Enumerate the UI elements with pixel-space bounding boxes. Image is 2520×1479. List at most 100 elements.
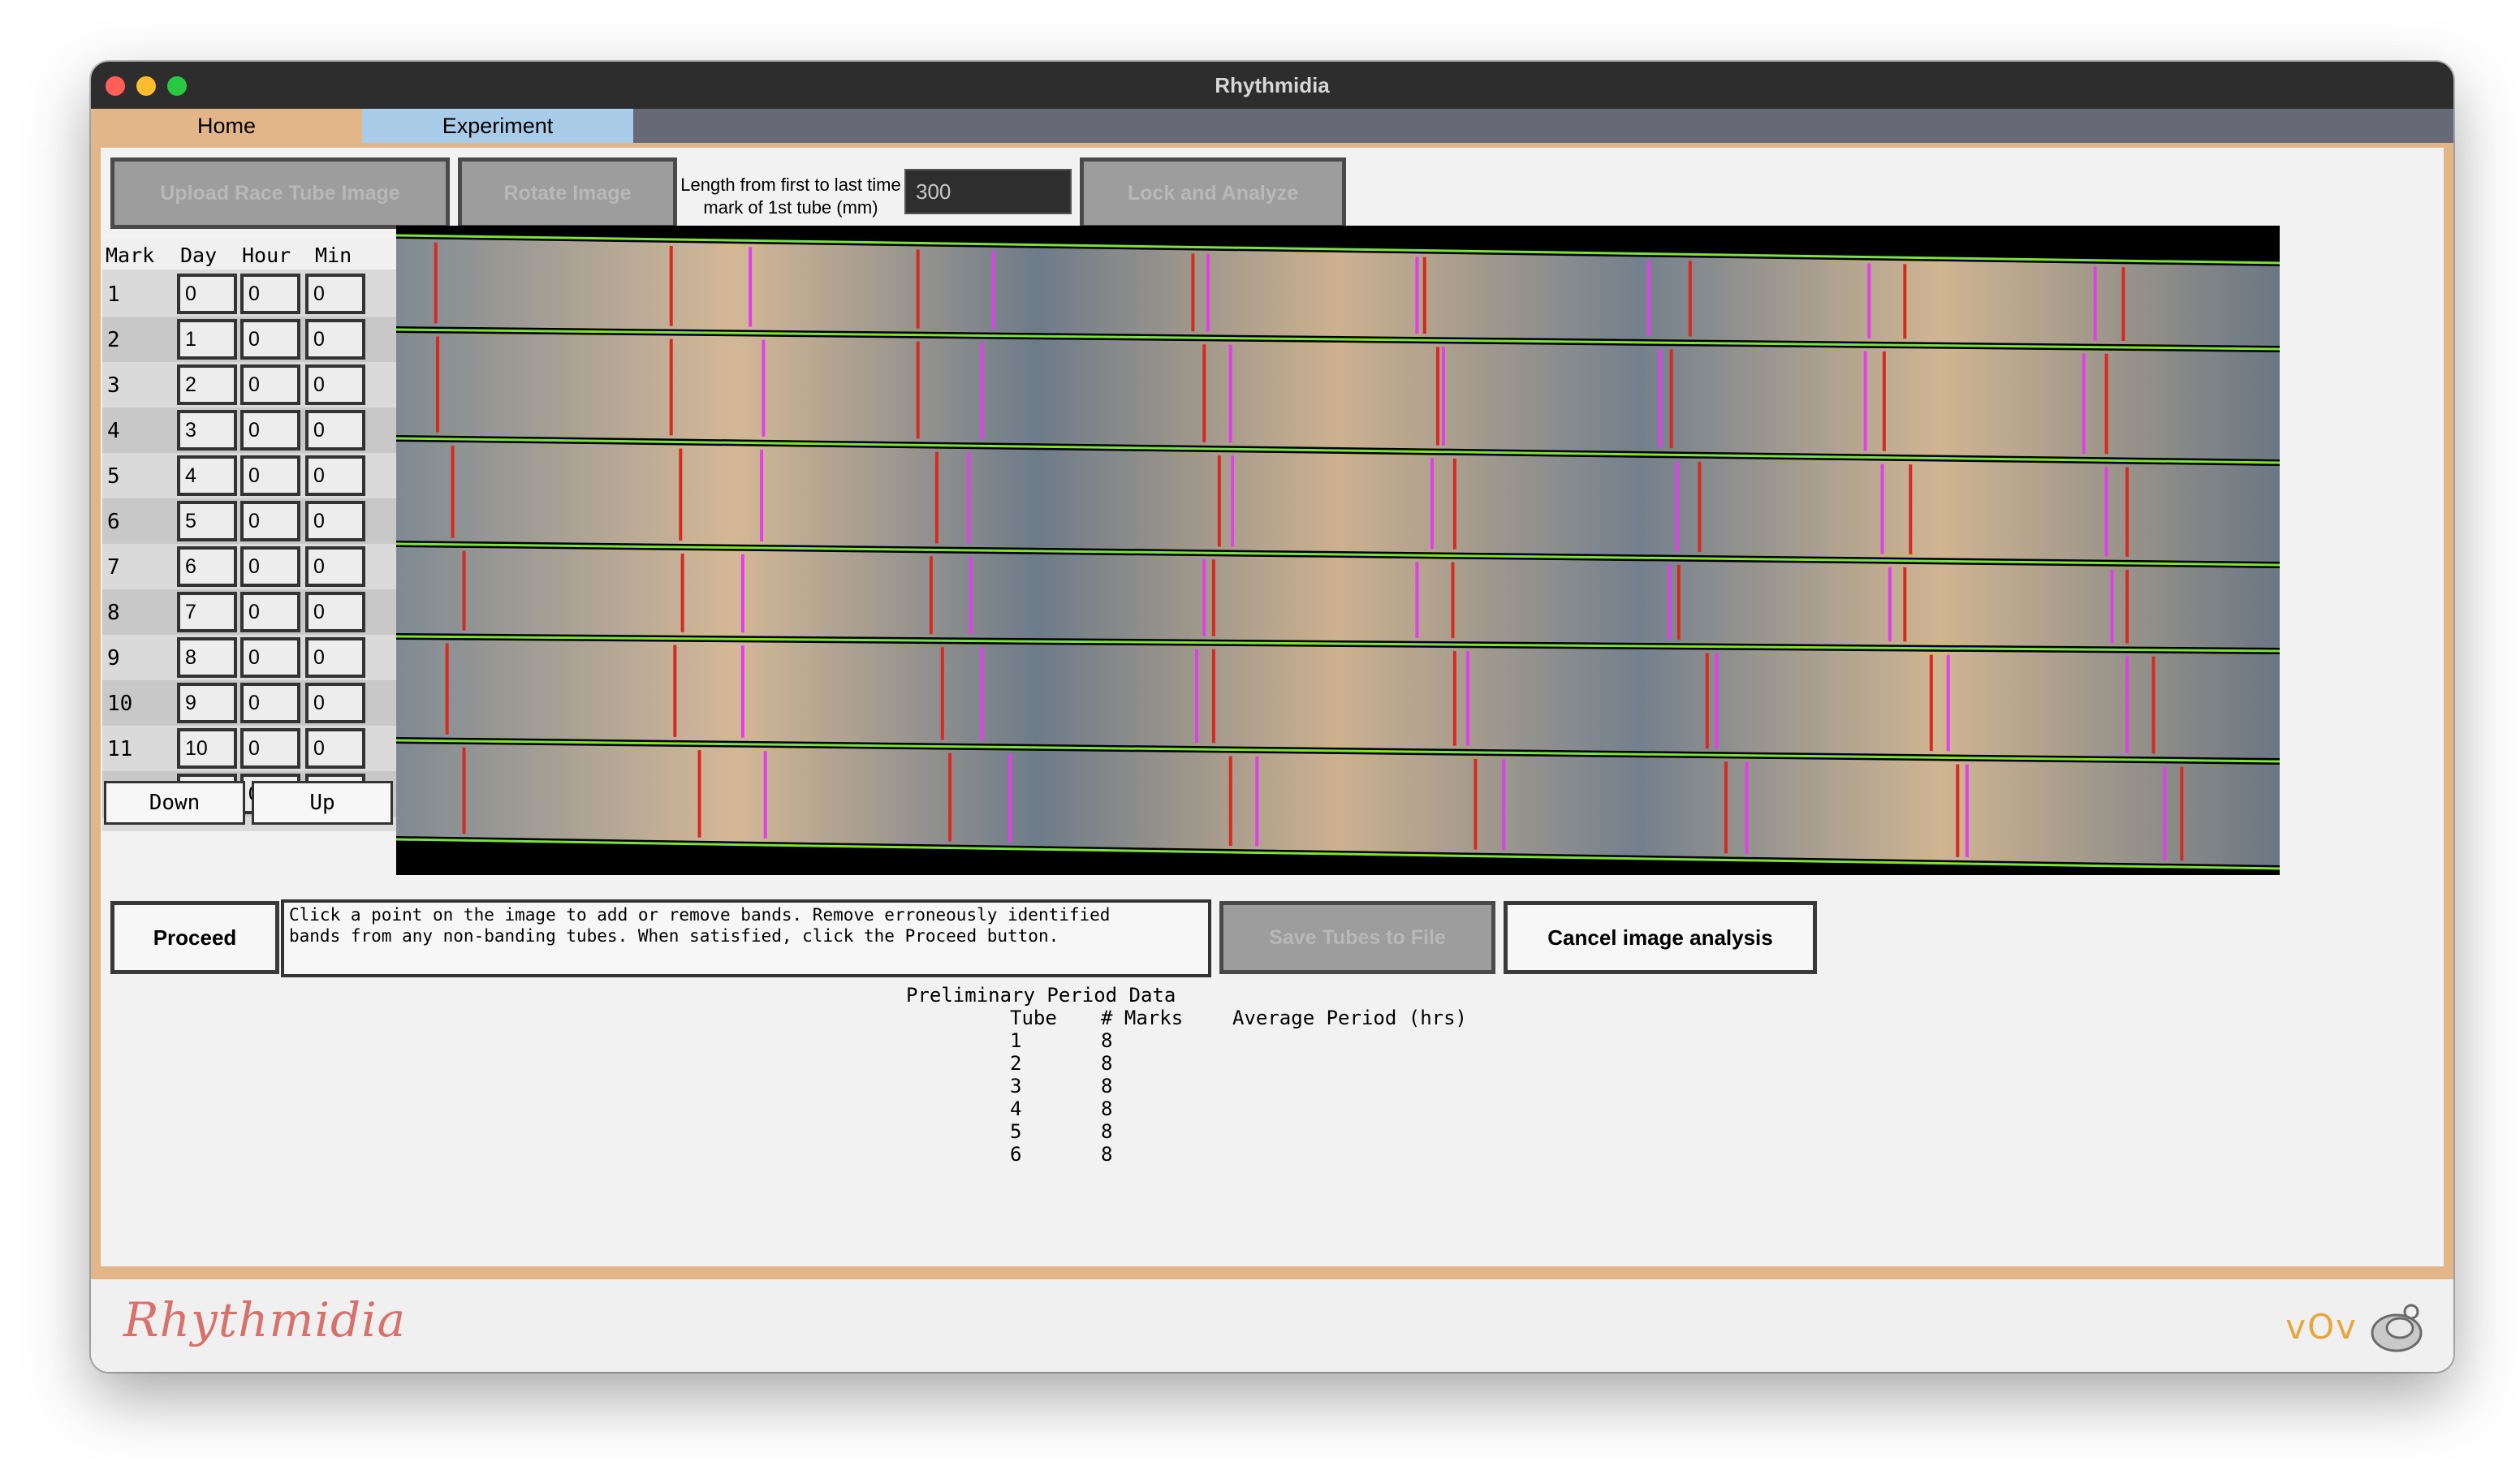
main-panel: Upload Race Tube Image Rotate Image Leng… <box>101 148 2444 1266</box>
mark-number: 11 <box>107 737 133 761</box>
race-tube-image[interactable] <box>395 226 2281 875</box>
hour-field[interactable]: 0 <box>240 319 300 360</box>
hour-field[interactable]: 0 <box>240 546 300 587</box>
day-field[interactable]: 7 <box>177 592 237 632</box>
header-day: Day <box>180 244 218 267</box>
marks-table: Mark Day Hour Min 1000210032004300540065… <box>102 239 396 831</box>
mark-number: 9 <box>107 646 120 671</box>
prelim-marks-value: 8 <box>1101 1143 1113 1166</box>
tab-bar: Home Experiment <box>91 109 2453 143</box>
prelim-col-tube: Tube <box>1010 1007 1057 1029</box>
hour-field[interactable]: 0 <box>240 410 300 451</box>
min-field[interactable]: 0 <box>305 546 365 587</box>
hour-field[interactable]: 0 <box>240 455 300 496</box>
mark-number: 1 <box>107 282 120 307</box>
marks-table-row: 6500 <box>102 498 396 544</box>
marks-table-row: 7600 <box>102 544 396 589</box>
race-tube[interactable] <box>396 333 2280 459</box>
min-field[interactable]: 0 <box>305 364 365 405</box>
hour-field[interactable]: 0 <box>240 501 300 541</box>
race-tube-canvas[interactable] <box>395 226 2281 875</box>
rhythmidia-logo: Rhythmidia <box>123 1292 407 1347</box>
day-field[interactable]: 0 <box>177 274 237 314</box>
hour-field[interactable]: 0 <box>240 274 300 314</box>
min-field[interactable]: 0 <box>305 728 365 769</box>
race-tube[interactable] <box>396 640 2280 758</box>
marks-table-header: Mark Day Hour Min <box>102 239 396 269</box>
prelim-tube-value: 3 <box>1010 1075 1022 1097</box>
hour-field[interactable]: 0 <box>240 592 300 632</box>
wow-logo: vOv <box>2285 1307 2358 1347</box>
upload-image-button[interactable]: Upload Race Tube Image <box>110 157 450 229</box>
cancel-analysis-button[interactable]: Cancel image analysis <box>1504 901 1817 974</box>
window-title: Rhythmidia <box>1215 73 1330 97</box>
prelim-marks-value: 8 <box>1101 1120 1113 1143</box>
tab-home[interactable]: Home <box>91 109 362 143</box>
day-field[interactable]: 4 <box>177 455 237 496</box>
save-tubes-button[interactable]: Save Tubes to File <box>1219 901 1495 974</box>
rotate-image-button[interactable]: Rotate Image <box>458 157 677 229</box>
min-field[interactable]: 0 <box>305 274 365 314</box>
lock-analyze-button[interactable]: Lock and Analyze <box>1080 157 1346 229</box>
petri-dish-icon <box>2371 1304 2423 1352</box>
min-field[interactable]: 0 <box>305 501 365 541</box>
prelim-marks-value: 8 <box>1101 1075 1113 1097</box>
prelim-tube-value: 4 <box>1010 1097 1022 1120</box>
marks-table-row: 9800 <box>102 635 396 680</box>
min-field[interactable]: 0 <box>305 683 365 723</box>
day-field[interactable]: 3 <box>177 410 237 451</box>
prelim-tube-value: 1 <box>1010 1029 1022 1052</box>
preliminary-period-data: Preliminary Period Data Tube # Marks Ave… <box>906 984 1637 1195</box>
app-window: Rhythmidia Home Experiment Upload Race T… <box>91 62 2453 1372</box>
marks-table-row: 10 9 0 0 <box>102 680 396 726</box>
day-field[interactable]: 5 <box>177 501 237 541</box>
prelim-col-marks: # Marks <box>1101 1007 1184 1029</box>
day-field[interactable]: 8 <box>177 637 237 678</box>
min-field[interactable]: 0 <box>305 319 365 360</box>
length-label: Length from first to last time mark of 1… <box>680 175 901 218</box>
marks-table-row: 11 10 0 0 <box>102 726 396 771</box>
title-bar: Rhythmidia <box>91 62 2453 109</box>
day-field[interactable]: 1 <box>177 319 237 360</box>
mark-number: 6 <box>107 510 120 534</box>
day-field[interactable]: 2 <box>177 364 237 405</box>
down-button[interactable]: Down <box>104 781 245 825</box>
length-input[interactable]: 300 <box>904 169 1072 214</box>
hour-field[interactable]: 0 <box>240 728 300 769</box>
marks-table-row: 5400 <box>102 453 396 498</box>
marks-table-row: 2100 <box>102 317 396 362</box>
up-button[interactable]: Up <box>252 781 393 825</box>
min-field[interactable]: 0 <box>305 410 365 451</box>
prelim-tube-value: 6 <box>1010 1143 1022 1166</box>
race-tube[interactable] <box>396 744 2280 865</box>
prelim-tube-value: 5 <box>1010 1120 1022 1143</box>
day-field[interactable]: 9 <box>177 683 237 723</box>
mark-number: 4 <box>107 419 120 443</box>
mark-number: 3 <box>107 373 120 398</box>
content-frame: Upload Race Tube Image Rotate Image Leng… <box>91 143 2453 1279</box>
instructions-box: Click a point on the image to add or rem… <box>281 899 1211 977</box>
hour-field[interactable]: 0 <box>240 364 300 405</box>
marks-table-row: 1000 <box>102 271 396 317</box>
min-field[interactable]: 0 <box>305 592 365 632</box>
tab-experiment[interactable]: Experiment <box>362 109 633 143</box>
proceed-button[interactable]: Proceed <box>110 901 279 974</box>
mark-number: 10 <box>107 692 133 716</box>
min-field[interactable]: 0 <box>305 455 365 496</box>
prelim-tube-value: 2 <box>1010 1052 1022 1075</box>
header-min: Min <box>315 244 352 267</box>
hour-field[interactable]: 0 <box>240 637 300 678</box>
prelim-title: Preliminary Period Data <box>906 984 1176 1007</box>
min-field[interactable]: 0 <box>305 637 365 678</box>
hour-field[interactable]: 0 <box>240 683 300 723</box>
header-mark: Mark <box>106 244 155 267</box>
race-tube[interactable] <box>396 239 2280 346</box>
mark-number: 5 <box>107 464 120 489</box>
marks-table-row: 8700 <box>102 589 396 635</box>
day-field[interactable]: 10 <box>177 728 237 769</box>
footer: Rhythmidia vOv <box>91 1279 2453 1372</box>
prelim-marks-value: 8 <box>1101 1097 1113 1120</box>
day-field[interactable]: 6 <box>177 546 237 587</box>
mark-number: 2 <box>107 328 120 352</box>
prelim-marks-value: 8 <box>1101 1052 1113 1075</box>
